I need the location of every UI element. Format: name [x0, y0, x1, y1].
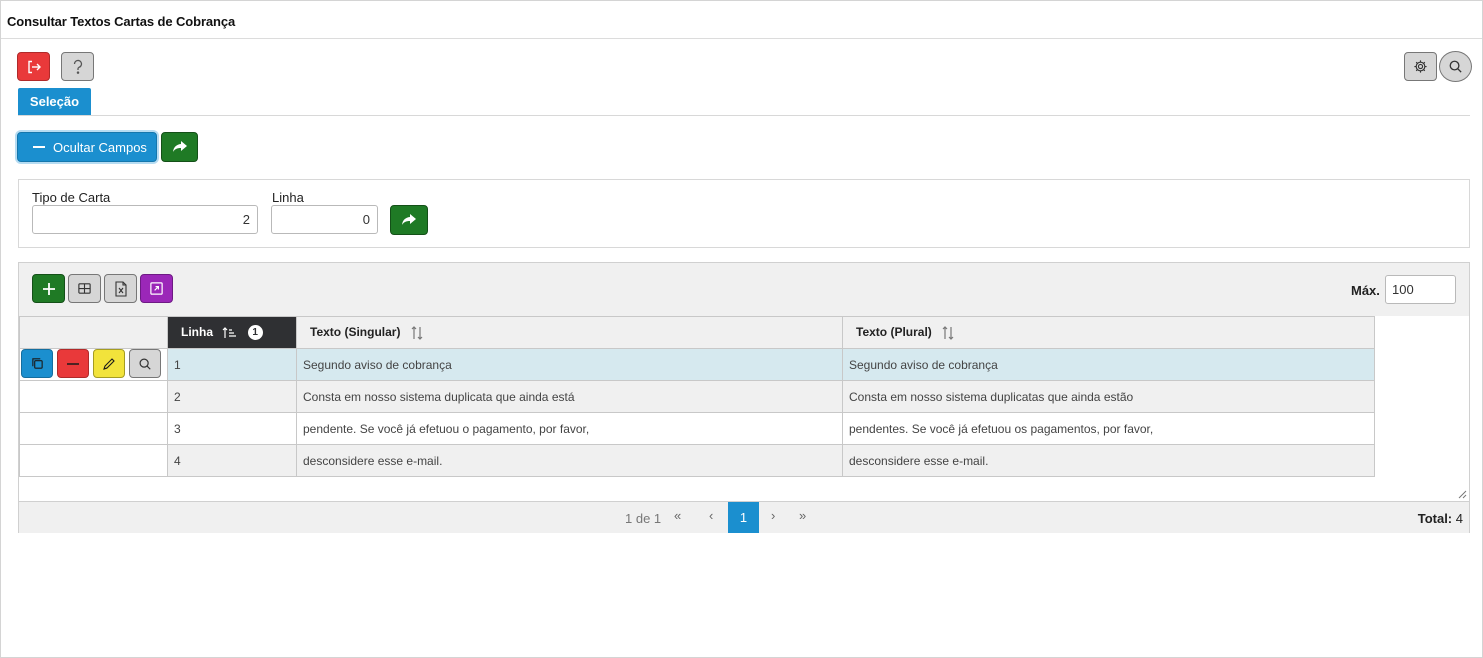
column-header-plural[interactable]: Texto (Plural) — [842, 316, 1375, 349]
current-page-button[interactable]: 1 — [728, 502, 759, 533]
cell-linha: 3 — [167, 412, 297, 445]
toggle-fields-label: Ocultar Campos — [53, 139, 147, 155]
execute-button[interactable] — [161, 132, 198, 162]
minus-icon — [33, 146, 45, 148]
title-bar: Consultar Textos Cartas de Cobrança — [1, 1, 1482, 39]
linha-label: Linha — [272, 190, 304, 205]
data-table: Linha 1 Texto (Singular) Texto (Plural) … — [19, 316, 1375, 477]
cell-singular: pendente. Se você já efetuou o pagamento… — [296, 412, 843, 445]
add-button[interactable] — [32, 274, 65, 303]
sort-both-icon — [411, 326, 423, 340]
export-excel-button[interactable] — [104, 274, 137, 303]
edit-button[interactable] — [93, 349, 125, 378]
tab-divider — [18, 115, 1470, 116]
window-frame: Consultar Textos Cartas de Cobrança Sele… — [0, 0, 1483, 658]
table-row[interactable]: 2 Consta em nosso sistema duplicata que … — [19, 380, 1375, 413]
row-actions — [19, 444, 168, 477]
results-grid: Máx. Linha 1 Texto (Singular) — [18, 262, 1470, 533]
sort-order-badge: 1 — [247, 325, 263, 341]
tipo-carta-input[interactable] — [32, 205, 258, 234]
share-forward-icon — [172, 141, 187, 152]
search-icon — [139, 357, 151, 370]
exit-button[interactable] — [17, 52, 50, 81]
max-label: Máx. — [1351, 283, 1380, 298]
column-header-singular-label: Texto (Singular) — [310, 325, 401, 340]
cell-singular: Consta em nosso sistema duplicata que ai… — [296, 380, 843, 413]
column-header-linha[interactable]: Linha 1 — [167, 316, 297, 349]
resize-grip-icon[interactable] — [1458, 490, 1467, 499]
first-page-button[interactable]: « — [674, 508, 681, 523]
prev-page-button[interactable]: ‹ — [709, 508, 713, 523]
pencil-icon — [103, 357, 115, 370]
total-count: Total: 4 — [1418, 511, 1463, 526]
tab-selecao[interactable]: Seleção — [18, 88, 91, 115]
cell-linha: 1 — [167, 348, 297, 381]
pagination: 1 de 1 « ‹ 1 › » Total: 4 — [19, 501, 1469, 533]
sort-both-icon — [942, 326, 954, 340]
cell-singular: Segundo aviso de cobrança — [296, 348, 843, 381]
cell-plural: Segundo aviso de cobrança — [842, 348, 1375, 381]
row-actions — [19, 348, 168, 381]
exit-icon — [27, 60, 41, 73]
linha-input[interactable] — [271, 205, 378, 234]
cell-plural: Consta em nosso sistema duplicatas que a… — [842, 380, 1375, 413]
sort-asc-icon — [222, 326, 237, 338]
last-page-button[interactable]: » — [799, 508, 806, 523]
toggle-fields-button[interactable]: Ocultar Campos — [17, 132, 157, 162]
cell-plural: pendentes. Se você já efetuou os pagamen… — [842, 412, 1375, 445]
actions-header — [19, 316, 168, 349]
expand-button[interactable] — [140, 274, 173, 303]
row-actions — [19, 412, 168, 445]
share-forward-icon — [402, 214, 416, 225]
max-rows-input[interactable] — [1385, 275, 1456, 304]
window-title: Consultar Textos Cartas de Cobrança — [7, 14, 236, 29]
filter-go-button[interactable] — [390, 205, 428, 235]
filter-panel: Tipo de Carta Linha — [18, 179, 1470, 248]
excel-file-icon — [114, 280, 127, 297]
page-info: 1 de 1 — [625, 511, 662, 526]
column-header-plural-label: Texto (Plural) — [856, 325, 932, 340]
question-icon — [73, 59, 82, 74]
next-page-button[interactable]: › — [771, 508, 775, 523]
table-row[interactable]: 3 pendente. Se você já efetuou o pagamen… — [19, 412, 1375, 445]
tab-selecao-label: Seleção — [29, 94, 80, 109]
columns-button[interactable] — [68, 274, 101, 303]
help-button[interactable] — [61, 52, 94, 81]
column-header-linha-label: Linha — [181, 324, 213, 339]
search-icon — [1449, 60, 1462, 73]
minus-icon — [67, 362, 79, 365]
expand-icon — [150, 282, 163, 295]
copy-icon — [31, 358, 43, 369]
settings-button[interactable] — [1404, 52, 1437, 81]
cell-linha: 2 — [167, 380, 297, 413]
current-page-label: 1 — [739, 510, 748, 525]
row-actions — [19, 380, 168, 413]
cell-linha: 4 — [167, 444, 297, 477]
copy-button[interactable] — [21, 349, 53, 378]
view-button[interactable] — [129, 349, 161, 378]
total-value: 4 — [1455, 511, 1463, 526]
plus-icon — [42, 282, 55, 295]
search-button[interactable] — [1439, 51, 1472, 82]
table-icon — [78, 283, 91, 294]
total-label: Total: — [1417, 511, 1453, 526]
gear-icon — [1414, 60, 1427, 73]
table-row[interactable]: 1 Segundo aviso de cobrança Segundo avis… — [19, 348, 1375, 381]
cell-singular: desconsidere esse e-mail. — [296, 444, 843, 477]
cell-plural: desconsidere esse e-mail. — [842, 444, 1375, 477]
delete-button[interactable] — [57, 349, 89, 378]
column-header-singular[interactable]: Texto (Singular) — [296, 316, 843, 349]
table-row[interactable]: 4 desconsidere esse e-mail. desconsidere… — [19, 444, 1375, 477]
tipo-carta-label: Tipo de Carta — [32, 190, 111, 205]
